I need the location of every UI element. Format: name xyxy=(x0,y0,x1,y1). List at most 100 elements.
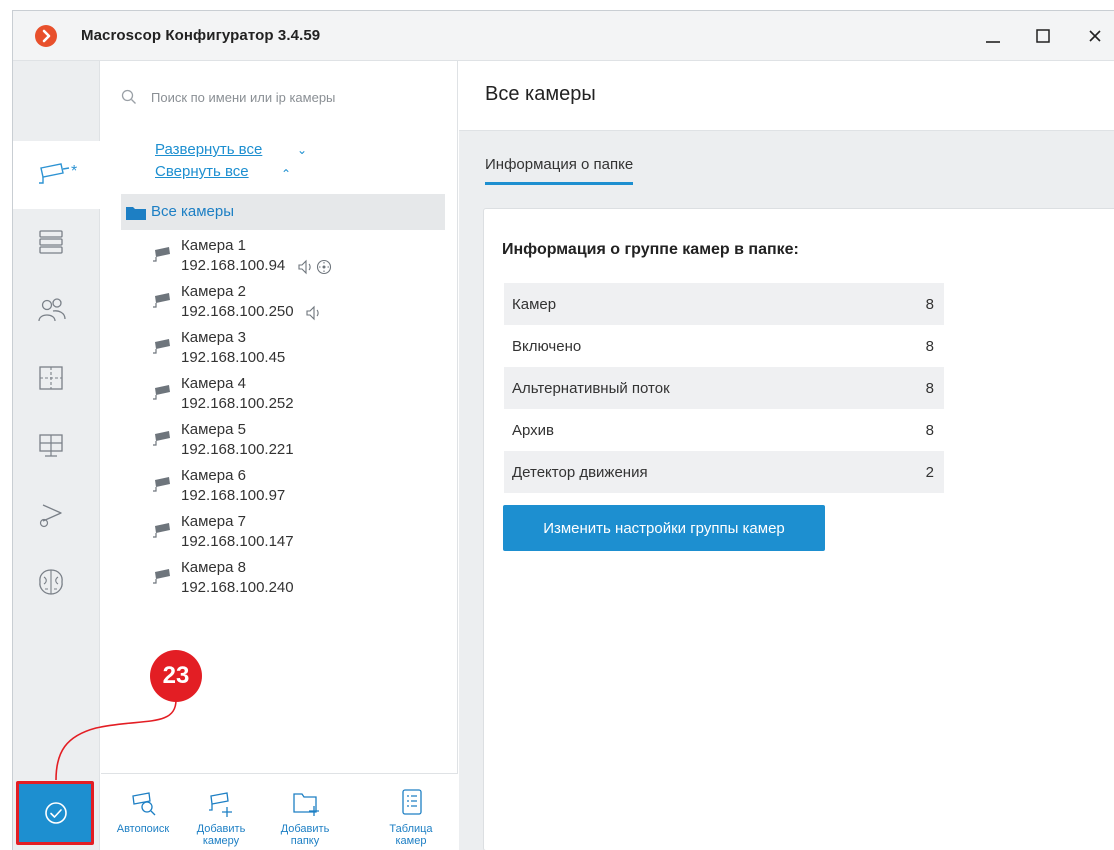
rail-item-camera-settings[interactable] xyxy=(13,481,100,549)
info-label: Архив xyxy=(512,422,555,439)
page-title: Все камеры xyxy=(485,83,596,105)
add-folder-icon xyxy=(293,793,319,816)
rail-item-users[interactable] xyxy=(13,277,100,345)
camera-ip: 192.168.100.97 xyxy=(181,487,286,504)
camera-item[interactable]: Камера 8 192.168.100.240 xyxy=(141,559,441,605)
info-row: Архив 8 xyxy=(504,409,944,451)
minimize-button[interactable] xyxy=(973,21,1013,51)
camera-icon xyxy=(153,523,170,538)
camera-icon xyxy=(153,569,170,584)
info-row: Альтернативный поток 8 xyxy=(504,367,944,409)
camera-item[interactable]: Камера 1 192.168.100.94 xyxy=(141,237,441,283)
maximize-button[interactable] xyxy=(1023,21,1063,51)
camera-item[interactable]: Камера 5 192.168.100.221 xyxy=(141,421,441,467)
camera-name: Камера 1 xyxy=(181,237,246,254)
camera-name: Камера 7 xyxy=(181,513,246,530)
change-group-settings-button[interactable]: Изменить настройки группы камер xyxy=(503,505,825,551)
camera-table-button[interactable]: Таблица камер xyxy=(373,774,449,850)
unsaved-mark: * xyxy=(71,163,78,180)
info-row: Детектор движения 2 xyxy=(504,451,944,493)
info-label: Камер xyxy=(512,296,557,313)
camera-icon xyxy=(153,385,170,400)
camera-item[interactable]: Камера 2 192.168.100.250 xyxy=(141,283,441,329)
audio-icon xyxy=(306,305,319,321)
expand-all-link[interactable]: Развернуть все xyxy=(155,141,262,158)
chevron-up-icon: ⌃ xyxy=(281,167,292,181)
camera-item[interactable]: Камера 7 192.168.100.147 xyxy=(141,513,441,559)
folder-all-cameras[interactable]: Все камеры xyxy=(121,194,445,230)
add-camera-label-2: камеру xyxy=(202,835,240,847)
autosearch-button[interactable]: Автопоиск xyxy=(105,774,181,850)
info-row: Камер 8 xyxy=(504,283,944,325)
camera-icon xyxy=(153,477,170,492)
collapse-all-link[interactable]: Свернуть все xyxy=(155,163,249,180)
add-camera-icon xyxy=(209,792,232,817)
nav-rail: * xyxy=(13,61,100,850)
camera-table-label: Таблица камер xyxy=(373,823,449,847)
camera-icon xyxy=(39,163,70,184)
camera-ip: 192.168.100.221 xyxy=(181,441,294,458)
brain-icon xyxy=(39,569,63,595)
camera-icon xyxy=(153,247,170,262)
camera-item[interactable]: Камера 3 192.168.100.45 xyxy=(141,329,441,375)
camera-ip: 192.168.100.45 xyxy=(181,349,286,366)
info-label: Детектор движения xyxy=(512,464,648,481)
camera-settings-icon xyxy=(39,504,62,528)
tree-toolbar: Автопоиск Добавитькамеру Добавитьпапку xyxy=(101,773,458,850)
camera-icon xyxy=(153,431,170,446)
server-icon xyxy=(39,230,63,254)
info-value: 8 xyxy=(925,380,934,397)
search-row xyxy=(101,61,458,133)
rail-item-monitors[interactable] xyxy=(13,413,100,481)
rail-item-layouts[interactable] xyxy=(13,345,100,413)
card-title: Информация о группе камер в папке: xyxy=(502,241,799,258)
main-content: Все камеры Информация о папке Информация… xyxy=(459,61,1114,850)
add-folder-label: Добавить папку xyxy=(267,823,343,847)
info-value: 2 xyxy=(925,464,934,481)
table-icon xyxy=(402,789,422,815)
folder-label: Все камеры xyxy=(151,203,235,220)
add-folder-label-2: папку xyxy=(290,835,320,847)
layout-icon xyxy=(39,366,63,390)
camera-icon xyxy=(153,339,170,354)
camera-tree-panel: Развернуть все ⌄ Свернуть все ⌃ Все каме… xyxy=(101,61,458,850)
camera-name: Камера 6 xyxy=(181,467,246,484)
callout-badge: 23 xyxy=(150,650,202,702)
users-icon xyxy=(38,298,66,322)
add-camera-button[interactable]: Добавить камеру xyxy=(183,774,259,850)
audio-icon xyxy=(298,259,311,275)
tab-folder-info[interactable]: Информация о папке xyxy=(485,156,634,185)
camera-name: Камера 8 xyxy=(181,559,246,576)
camera-ip: 192.168.100.147 xyxy=(181,533,294,550)
camera-table-label-1: Таблица xyxy=(389,823,433,835)
rail-item-intelligence[interactable] xyxy=(13,549,100,617)
info-label: Альтернативный поток xyxy=(512,380,670,397)
camera-item[interactable]: Камера 6 192.168.100.97 xyxy=(141,467,441,513)
add-folder-button[interactable]: Добавить папку xyxy=(267,774,343,850)
folder-info-card: Информация о группе камер в папке: Камер… xyxy=(483,208,1114,850)
rail-item-cameras[interactable]: * xyxy=(13,141,100,209)
maximize-icon xyxy=(1036,29,1050,43)
autosearch-icon xyxy=(132,792,156,816)
info-value: 8 xyxy=(925,338,934,355)
camera-name: Камера 2 xyxy=(181,283,246,300)
camera-item[interactable]: Камера 4 192.168.100.252 xyxy=(141,375,441,421)
autosearch-label: Автопоиск xyxy=(116,823,170,835)
camera-ip: 192.168.100.240 xyxy=(181,579,294,596)
macroscop-logo-icon xyxy=(35,25,57,47)
close-button[interactable] xyxy=(1075,21,1114,51)
camera-ip: 192.168.100.94 xyxy=(181,257,286,274)
ptz-icon xyxy=(316,259,332,275)
title-bar: Macroscop Конфигуратор 3.4.59 xyxy=(13,11,1114,61)
close-icon xyxy=(1089,30,1101,42)
camera-ip: 192.168.100.250 xyxy=(181,303,294,320)
check-circle-icon xyxy=(45,802,67,824)
apply-settings-button[interactable] xyxy=(16,781,94,845)
monitor-icon xyxy=(39,434,63,457)
rail-item-servers[interactable] xyxy=(13,209,100,277)
add-camera-label-1: Добавить xyxy=(196,823,246,835)
camera-table-label-2: камер xyxy=(395,835,427,847)
chevron-down-icon: ⌄ xyxy=(297,143,308,157)
search-input[interactable] xyxy=(151,87,441,107)
camera-icon xyxy=(153,293,170,308)
